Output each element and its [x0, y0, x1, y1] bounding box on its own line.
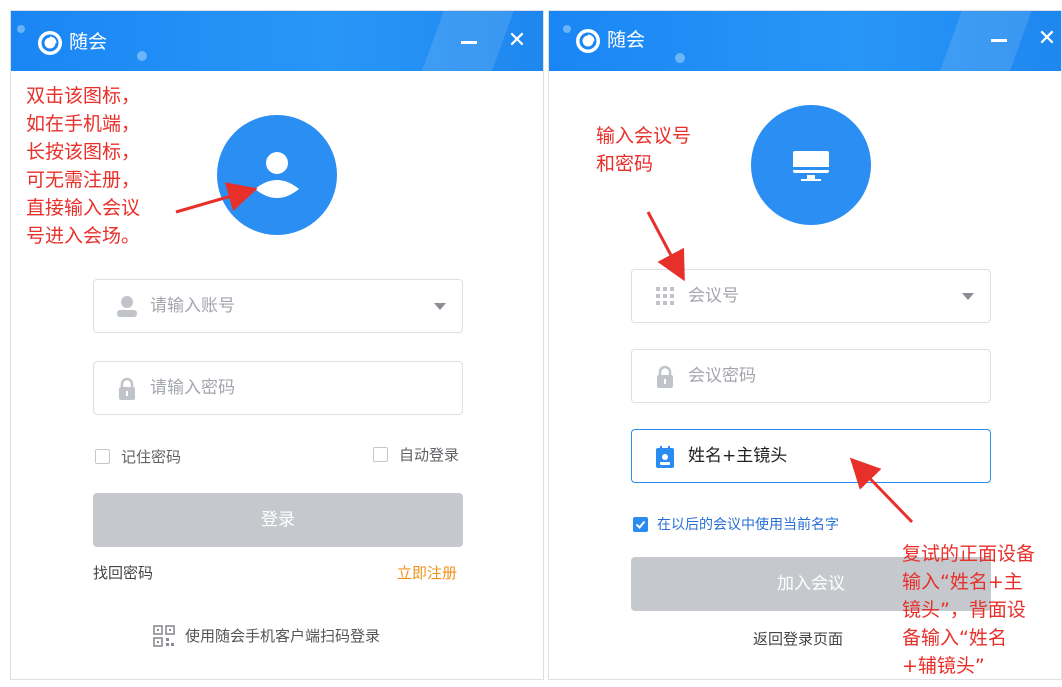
title-bar: 随会 ✕: [549, 11, 1061, 71]
meeting-password-placeholder: 会议密码: [688, 366, 756, 386]
close-icon: ✕: [1037, 26, 1057, 51]
forgot-password-link[interactable]: 找回密码: [93, 563, 153, 583]
user-avatar-icon: [255, 152, 299, 198]
qr-code-icon: [153, 625, 175, 647]
meeting-id-input[interactable]: 会议号: [631, 269, 991, 323]
meeting-password-input[interactable]: 会议密码: [631, 349, 991, 403]
lock-icon: [119, 377, 135, 400]
minimize-icon: [461, 41, 477, 44]
meeting-avatar: [751, 105, 871, 225]
badge-icon: [656, 446, 674, 468]
username-placeholder: 请输入账号: [150, 296, 235, 316]
monitor-icon: [793, 151, 829, 181]
checkmark-icon: [635, 520, 646, 529]
title-bar: 随会 ✕: [11, 11, 543, 71]
annotation-enter-meeting: 输入会议号 和密码: [596, 125, 692, 175]
auto-login-label: 自动登录: [399, 446, 460, 464]
back-to-login-link[interactable]: 返回登录页面: [753, 629, 843, 649]
lock-icon: [657, 365, 673, 388]
dropdown-caret-icon[interactable]: [434, 303, 446, 310]
close-icon: ✕: [507, 28, 527, 53]
username-input[interactable]: 请输入账号: [93, 279, 463, 333]
app-logo-icon: [38, 31, 62, 55]
meeting-id-placeholder: 会议号: [688, 286, 739, 306]
remember-password-checkbox[interactable]: [95, 449, 110, 464]
titlebar-decoration: [17, 25, 25, 33]
titlebar-decoration: [137, 51, 147, 61]
app-title: 随会: [607, 29, 646, 51]
remember-password-label: 记住密码: [121, 448, 182, 466]
keypad-icon: [656, 287, 674, 305]
use-name-checkbox[interactable]: [633, 517, 648, 532]
titlebar-decoration: [563, 25, 571, 33]
close-button[interactable]: ✕: [503, 27, 531, 55]
qr-login-text: 使用随会手机客户端扫码登录: [185, 627, 381, 645]
close-button[interactable]: ✕: [1033, 25, 1061, 53]
password-input[interactable]: 请输入密码: [93, 361, 463, 415]
login-button[interactable]: 登录: [93, 493, 463, 547]
dropdown-caret-icon[interactable]: [962, 293, 974, 300]
auto-login-checkbox[interactable]: [373, 447, 388, 462]
password-placeholder: 请输入密码: [150, 378, 235, 398]
titlebar-decoration: [675, 53, 685, 63]
display-name-value: 姓名+主镜头: [688, 446, 788, 466]
app-title: 随会: [69, 31, 108, 53]
display-name-input[interactable]: 姓名+主镜头: [631, 429, 991, 483]
person-icon: [117, 296, 137, 317]
minimize-icon: [991, 39, 1007, 42]
minimize-button[interactable]: [455, 27, 483, 55]
guest-join-avatar-button[interactable]: [217, 115, 337, 235]
register-link[interactable]: 立即注册: [397, 563, 457, 583]
titlebar-decoration: [928, 11, 1040, 71]
use-name-label: 在以后的会议中使用当前名字: [657, 517, 839, 533]
annotation-name-instructions: 复试的正面设备 输入“姓名+主 镜头”，背面设 备输入“姓名 +辅镜头”: [902, 543, 1036, 677]
app-logo-icon: [576, 29, 600, 53]
minimize-button[interactable]: [985, 25, 1013, 53]
annotation-guest-join: 双击该图标， 如在手机端， 长按该图标， 可无需注册， 直接输入会议 号进入会场…: [26, 85, 141, 247]
